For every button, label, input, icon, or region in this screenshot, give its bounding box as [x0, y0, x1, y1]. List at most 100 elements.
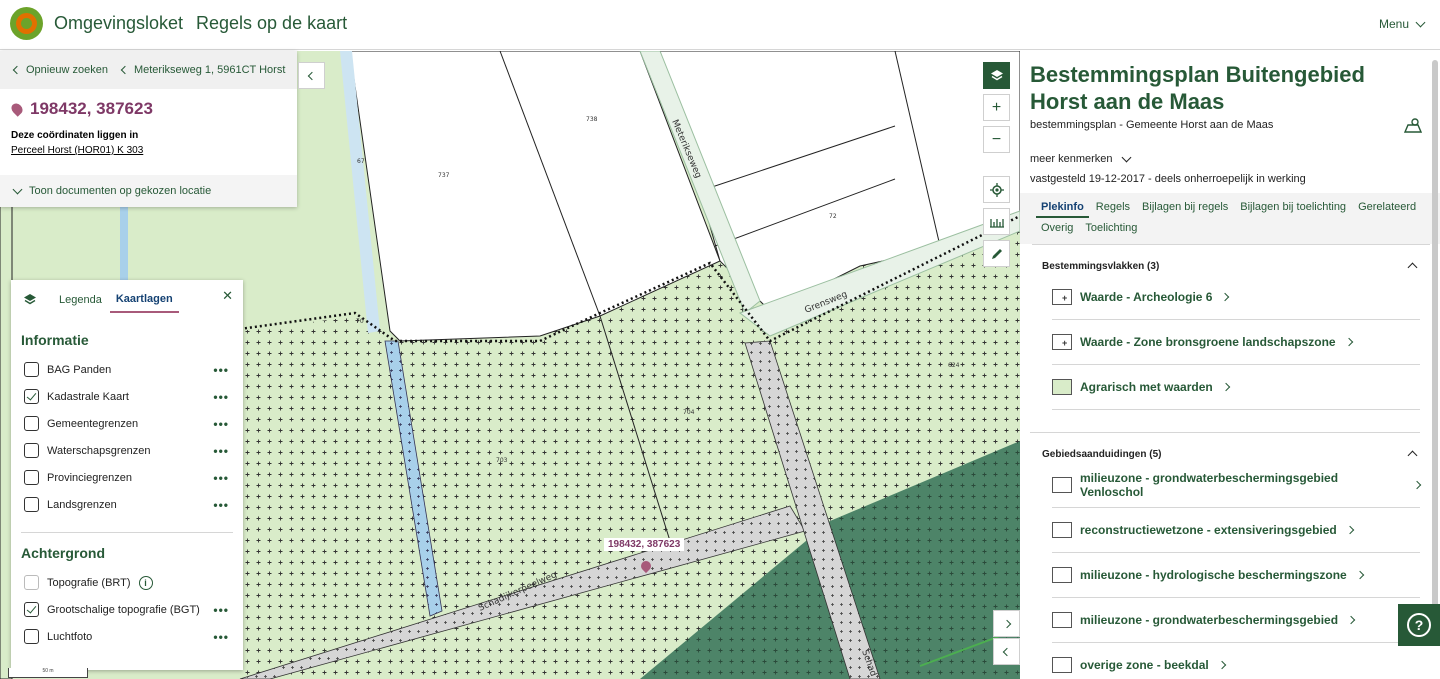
- draw-button[interactable]: [983, 240, 1010, 267]
- more-options-icon[interactable]: •••: [213, 417, 229, 431]
- tab-regels[interactable]: Regels: [1091, 197, 1135, 218]
- back-search-link[interactable]: Opnieuw zoeken: [12, 64, 108, 76]
- chevron-right-icon: [1221, 382, 1230, 392]
- layers-toggle-button[interactable]: [983, 62, 1010, 89]
- checkbox[interactable]: [24, 443, 39, 458]
- more-options-icon[interactable]: •••: [213, 471, 229, 485]
- location-note: Deze coördinaten liggen in: [11, 130, 139, 141]
- chevron-left-icon: [1002, 647, 1011, 656]
- scale-bar: 50 m: [8, 668, 88, 678]
- list-item[interactable]: Agrarisch met waarden: [1052, 365, 1420, 410]
- collapse-location-button[interactable]: [298, 62, 325, 89]
- tab-gerelateerd[interactable]: Gerelateerd: [1353, 197, 1421, 218]
- list-item[interactable]: reconstructiewetzone - extensiveringsgeb…: [1052, 508, 1420, 553]
- item-label: milieuzone - hydrologische beschermingsz…: [1080, 568, 1347, 582]
- checkbox[interactable]: [24, 602, 39, 617]
- menu-button[interactable]: Menu: [1379, 17, 1426, 31]
- layer-row[interactable]: Waterschapsgrenzen •••: [11, 437, 243, 464]
- list-item[interactable]: milieuzone - hydrologische beschermingsz…: [1052, 553, 1420, 598]
- pencil-icon: [991, 248, 1002, 259]
- list-item[interactable]: Waarde - Archeologie 6: [1052, 275, 1420, 320]
- tab-legenda[interactable]: Legenda: [53, 288, 108, 312]
- layer-row[interactable]: Grootschalige topografie (BGT) •••: [11, 596, 243, 623]
- more-options-icon[interactable]: •••: [213, 390, 229, 404]
- checkbox[interactable]: [24, 575, 39, 590]
- tab-toelichting[interactable]: Toelichting: [1080, 218, 1142, 239]
- list-item[interactable]: milieuzone - grondwaterbeschermingsgebie…: [1052, 463, 1422, 508]
- checkbox[interactable]: [24, 629, 39, 644]
- list-item[interactable]: Waarde - Zone bronsgroene landschapszone: [1052, 320, 1420, 365]
- layer-label: Waterschapsgrenzen: [47, 444, 151, 457]
- coordinates: 198432, 387623: [30, 99, 153, 118]
- expand-panel-button[interactable]: [993, 610, 1020, 637]
- plan-header: Bestemmingsplan Buitengebied Horst aan d…: [1020, 51, 1440, 193]
- tab-plekinfo[interactable]: Plekinfo: [1036, 197, 1089, 218]
- more-properties-toggle[interactable]: meer kenmerken: [1030, 152, 1430, 165]
- layer-row[interactable]: Landsgrenzen •••: [11, 491, 243, 518]
- zoom-in-button[interactable]: +: [983, 94, 1010, 121]
- collapse-panel-button[interactable]: [993, 638, 1020, 665]
- more-options-icon[interactable]: •••: [213, 630, 229, 644]
- legend-swatch: [1052, 289, 1072, 305]
- layer-row[interactable]: BAG Panden •••: [11, 356, 243, 383]
- layer-label: Provinciegrenzen: [47, 471, 132, 484]
- close-icon[interactable]: ✕: [222, 288, 233, 304]
- measure-button[interactable]: [983, 208, 1010, 235]
- chevron-right-icon: [1346, 615, 1356, 625]
- plan-subtitle: bestemmingsplan - Gemeente Horst aan de …: [1030, 119, 1274, 131]
- chevron-left-icon: [12, 65, 22, 75]
- checkbox[interactable]: [24, 416, 39, 431]
- help-button[interactable]: ?: [1398, 604, 1440, 646]
- more-options-icon[interactable]: •••: [213, 603, 229, 617]
- layer-row[interactable]: Gemeentegrenzen •••: [11, 410, 243, 437]
- show-documents-button[interactable]: Toon documenten op gekozen locatie: [0, 175, 297, 207]
- plan-panel: Bestemmingsplan Buitengebied Horst aan d…: [1020, 51, 1440, 679]
- layer-row[interactable]: Topografie (BRT) i: [11, 569, 243, 596]
- tab-bijlagen-regels[interactable]: Bijlagen bij regels: [1137, 197, 1233, 218]
- tab-kaartlagen[interactable]: Kaartlagen: [109, 287, 179, 313]
- more-options-icon[interactable]: •••: [213, 363, 229, 377]
- omgevingsloket-logo[interactable]: [10, 7, 43, 40]
- checkbox[interactable]: [24, 497, 39, 512]
- locate-button[interactable]: [983, 176, 1010, 203]
- layers-tabs: Legenda Kaartlagen: [11, 280, 243, 320]
- chevron-right-icon: [1217, 660, 1226, 670]
- layer-label: Gemeentegrenzen: [47, 417, 139, 430]
- address-link[interactable]: Meterikseweg 1, 5961CT Horst: [120, 64, 286, 76]
- tab-bijlagen-toelichting[interactable]: Bijlagen bij toelichting: [1235, 197, 1351, 218]
- parcel-number: 738: [586, 116, 598, 123]
- layer-label: Landsgrenzen: [47, 498, 117, 511]
- item-label: Agrarisch met waarden: [1080, 380, 1213, 394]
- info-icon[interactable]: i: [138, 575, 153, 590]
- checkbox[interactable]: [24, 362, 39, 377]
- more-options-icon[interactable]: •••: [213, 444, 229, 458]
- more-options-icon[interactable]: •••: [213, 498, 229, 512]
- parcel-link[interactable]: Perceel Horst (HOR01) K 303: [0, 141, 297, 156]
- layers-icon: [24, 294, 36, 305]
- layer-row[interactable]: Luchtfoto •••: [11, 623, 243, 650]
- group-title: Gebiedsaanduidingen (5): [1042, 448, 1162, 460]
- address-label: Meterikseweg 1, 5961CT Horst: [133, 64, 286, 76]
- brand-name[interactable]: Omgevingsloket: [54, 13, 183, 34]
- layer-label: Luchtfoto: [47, 630, 93, 643]
- list-item[interactable]: milieuzone - grondwaterbeschermingsgebie…: [1052, 598, 1420, 643]
- checkbox[interactable]: [24, 389, 39, 404]
- group-header[interactable]: Gebiedsaanduidingen (5): [1020, 433, 1440, 463]
- list-item[interactable]: overige zone - beekdal: [1052, 643, 1420, 679]
- scrollbar[interactable]: [1432, 60, 1438, 620]
- tab-overig[interactable]: Overig: [1036, 218, 1078, 239]
- checkbox[interactable]: [24, 470, 39, 485]
- chevron-left-icon: [307, 71, 316, 80]
- group-header[interactable]: Bestemmingsvlakken (3): [1020, 245, 1440, 275]
- map-location-icon[interactable]: [1404, 117, 1422, 133]
- chevron-down-icon: [12, 184, 23, 195]
- plus-icon: +: [991, 98, 1002, 116]
- chevron-down-icon: [1415, 17, 1426, 28]
- plan-tabs: Plekinfo Regels Bijlagen bij regels Bijl…: [1020, 193, 1440, 244]
- chevron-right-icon: [1345, 525, 1354, 535]
- zoom-out-button[interactable]: −: [983, 126, 1010, 153]
- section-title: Informatie: [21, 332, 89, 348]
- layer-row[interactable]: Provinciegrenzen •••: [11, 464, 243, 491]
- legend-swatch: [1052, 612, 1072, 628]
- layer-row[interactable]: Kadastrale Kaart •••: [11, 383, 243, 410]
